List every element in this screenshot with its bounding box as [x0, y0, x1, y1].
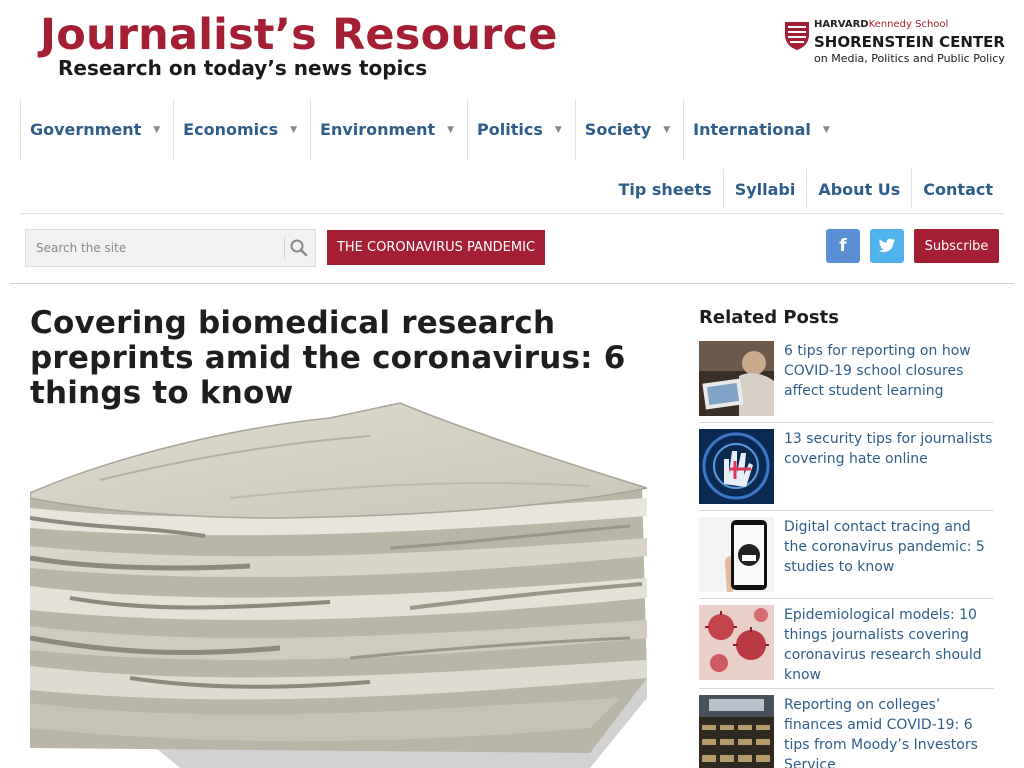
related-post[interactable]: Digital contact tracing and the coronavi…	[699, 517, 994, 599]
main-nav: Government ▼ Economics ▼ Environment ▼ Poli…	[20, 99, 843, 160]
partner-center-subtitle: on Media, Politics and Public Policy	[814, 52, 1005, 65]
nav-item-international[interactable]: International ▼	[683, 99, 843, 160]
related-posts-heading: Related Posts	[699, 307, 839, 328]
shorenstein-center-logo[interactable]: HARVARDKennedy School SHORENSTEIN CENTER…	[784, 19, 1009, 69]
related-post-title[interactable]: Reporting on colleges’ finances amid COV…	[784, 695, 994, 768]
divider	[284, 237, 285, 259]
facebook-icon: f	[839, 236, 847, 256]
caret-down-icon: ▼	[153, 124, 161, 135]
caret-down-icon: ▼	[290, 124, 298, 135]
article-headline: Covering biomedical research preprints a…	[30, 305, 626, 411]
subscribe-button[interactable]: Subscribe	[914, 229, 999, 263]
related-post-title[interactable]: 13 security tips for journalists coverin…	[784, 429, 994, 469]
related-post-title[interactable]: 6 tips for reporting on how COVID-19 sch…	[784, 341, 994, 401]
nav-link-syllabi[interactable]: Syllabi	[722, 169, 807, 209]
related-post[interactable]: 13 security tips for journalists coverin…	[699, 429, 994, 511]
nav-link-about-us[interactable]: About Us	[806, 169, 911, 209]
coronavirus-pandemic-button[interactable]: THE CORONAVIRUS PANDEMIC	[327, 230, 545, 265]
site-title[interactable]: Journalist’s Resource	[40, 10, 558, 60]
partner-school-line: HARVARDKennedy School	[814, 19, 949, 30]
site-tagline: Research on today’s news topics	[58, 56, 428, 80]
secondary-nav: Tip sheets Syllabi About Us Contact	[607, 169, 1004, 213]
facebook-button[interactable]: f	[826, 229, 860, 263]
related-post-title[interactable]: Digital contact tracing and the coronavi…	[784, 517, 994, 577]
caret-down-icon: ▼	[663, 124, 671, 135]
related-post-thumbnail	[699, 341, 774, 416]
nav-link-contact[interactable]: Contact	[911, 169, 1004, 209]
related-post[interactable]: 6 tips for reporting on how COVID-19 sch…	[699, 341, 994, 423]
paper-stack-hero-image	[30, 402, 647, 768]
nav-item-environment[interactable]: Environment ▼	[310, 99, 467, 160]
caret-down-icon: ▼	[822, 124, 830, 135]
caret-down-icon: ▼	[554, 124, 562, 135]
nav-item-politics[interactable]: Politics ▼	[467, 99, 575, 160]
search-box	[25, 229, 316, 267]
search-input[interactable]	[26, 230, 284, 266]
search-icon[interactable]	[289, 238, 309, 258]
nav-item-economics[interactable]: Economics ▼	[173, 99, 310, 160]
nav-item-government[interactable]: Government ▼	[20, 99, 173, 160]
related-post-thumbnail	[699, 695, 774, 768]
related-post[interactable]: Epidemiological models: 10 things journa…	[699, 605, 994, 689]
related-post-thumbnail	[699, 605, 774, 680]
divider	[10, 283, 1014, 284]
caret-down-icon: ▼	[447, 124, 455, 135]
related-post-title[interactable]: Epidemiological models: 10 things journa…	[784, 605, 994, 685]
related-post[interactable]: Reporting on colleges’ finances amid COV…	[699, 695, 994, 768]
partner-center-name: SHORENSTEIN CENTER	[814, 33, 1005, 51]
divider	[20, 213, 1004, 214]
nav-link-tip-sheets[interactable]: Tip sheets	[607, 169, 722, 209]
related-post-thumbnail	[699, 517, 774, 592]
twitter-icon	[878, 238, 896, 252]
nav-item-society[interactable]: Society ▼	[574, 99, 683, 160]
related-post-thumbnail	[699, 429, 774, 504]
harvard-shield-icon	[785, 22, 809, 50]
twitter-button[interactable]	[870, 229, 904, 263]
